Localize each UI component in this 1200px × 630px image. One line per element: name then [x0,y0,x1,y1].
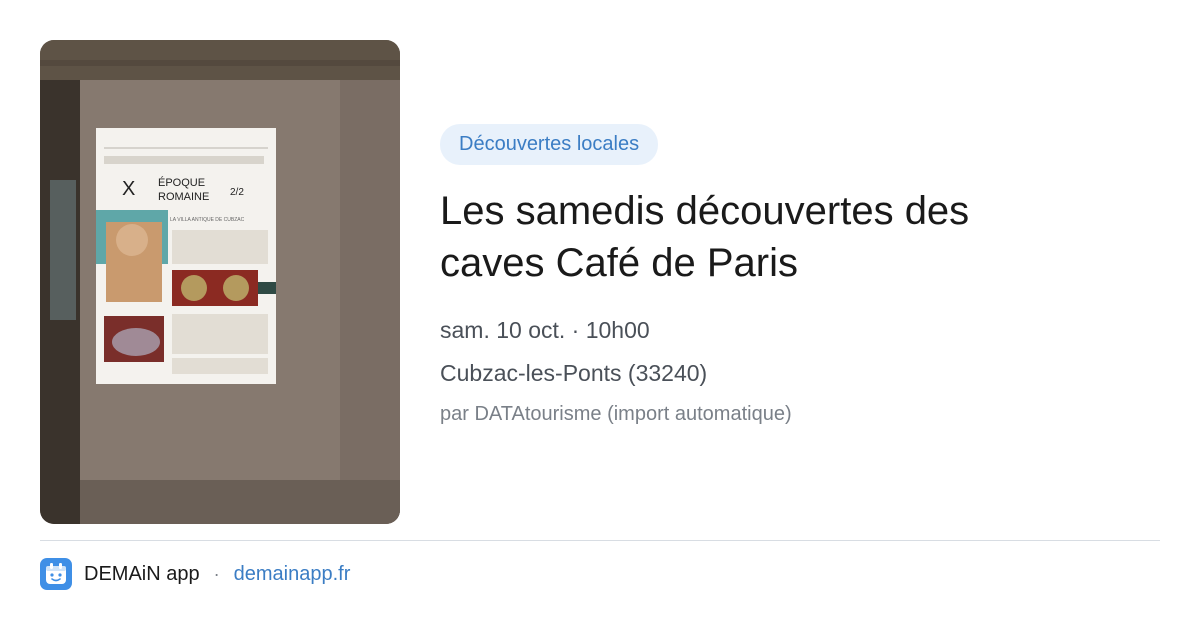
footer: DEMAiN app · demainapp.fr [40,558,350,590]
poster-part: 2/2 [230,187,244,198]
poster-heading-1: ÉPOQUE [158,176,205,189]
app-name: DEMAiN app [84,562,200,585]
event-location: Cubzac-les-Ponts (33240) [440,360,708,386]
poster-numeral: X [122,178,135,200]
event-source: par DATAtourisme (import automatique) [440,403,792,425]
event-details: Découvertes locales Les samedis découver… [440,124,1160,426]
category-tag[interactable]: Découvertes locales [440,124,659,165]
app-logo-icon[interactable] [40,558,72,590]
event-datetime: sam. 10 oct. · 10h00 [440,317,650,343]
event-title[interactable]: Les samedis découvertes des caves Café d… [440,185,1080,289]
poster-subtitle: LA VILLA ANTIQUE DE CUBZAC [170,217,245,223]
poster-heading-2: ROMAINE [158,191,209,203]
footer-separator: · [213,563,220,584]
app-url-link[interactable]: demainapp.fr [234,563,351,586]
divider [40,540,1160,541]
poster: X ÉPOQUE ROMAINE 2/2 LA VILLA ANTIQUE DE… [96,128,276,384]
event-image[interactable]: X ÉPOQUE ROMAINE 2/2 LA VILLA ANTIQUE DE… [40,40,400,524]
